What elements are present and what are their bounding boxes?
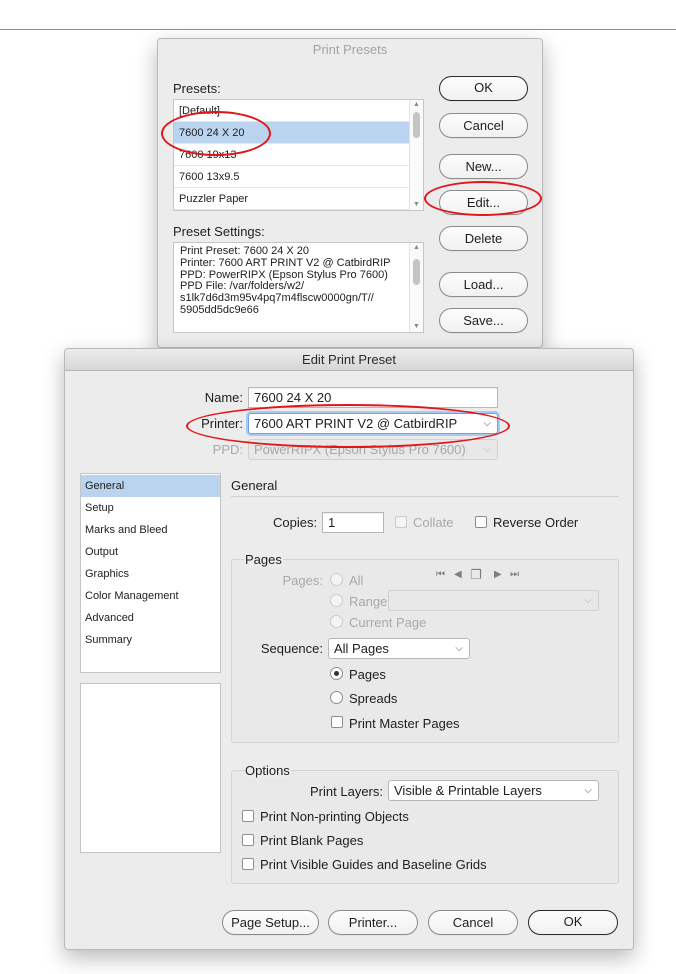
preset-settings-label: Preset Settings: bbox=[173, 224, 265, 239]
sequence-select[interactable]: All Pages ⌵ bbox=[328, 638, 470, 659]
sidebar-item-graphics[interactable]: Graphics bbox=[81, 563, 220, 585]
delete-button[interactable]: Delete bbox=[439, 226, 528, 251]
section-title: General bbox=[231, 478, 278, 493]
category-sidebar: General Setup Marks and Bleed Output Gra… bbox=[80, 473, 221, 673]
page-setup-button[interactable]: Page Setup... bbox=[222, 910, 319, 935]
scroll-down-icon[interactable]: ▼ bbox=[413, 201, 420, 209]
list-item[interactable]: Puzzler Paper bbox=[174, 188, 409, 210]
new-button[interactable]: New... bbox=[439, 154, 528, 179]
spreads-radio[interactable] bbox=[330, 691, 343, 704]
current-page-radio bbox=[330, 615, 343, 628]
print-master-pages-checkbox[interactable] bbox=[331, 716, 343, 728]
preset-settings-box: Print Preset: 7600 24 X 20 Printer: 7600… bbox=[173, 242, 424, 333]
all-label: All bbox=[349, 573, 364, 588]
settings-scrollbar[interactable]: ▲ ▼ bbox=[409, 243, 423, 332]
print-layers-select-value: Visible & Printable Layers bbox=[394, 783, 542, 798]
chevron-down-icon: ⌵ bbox=[483, 444, 491, 455]
name-label: Name: bbox=[204, 390, 243, 405]
scroll-up-icon[interactable]: ▲ bbox=[413, 244, 420, 252]
range-label: Range: bbox=[349, 594, 391, 609]
annotation-circle-printer bbox=[186, 404, 510, 448]
sidebar-item-general[interactable]: General bbox=[81, 475, 220, 497]
print-blank-pages-checkbox[interactable] bbox=[242, 834, 254, 846]
ok-button[interactable]: OK bbox=[439, 76, 528, 101]
sidebar-item-color-management[interactable]: Color Management bbox=[81, 585, 220, 607]
sidebar-item-summary[interactable]: Summary bbox=[81, 629, 220, 651]
current-page-label: Current Page bbox=[349, 615, 427, 630]
annotation-circle-edit bbox=[424, 181, 542, 216]
collate-label: Collate bbox=[413, 515, 454, 530]
presets-scrollbar[interactable]: ▲ ▼ bbox=[409, 100, 423, 210]
scroll-up-icon[interactable]: ▲ bbox=[413, 101, 420, 109]
options-group-title: Options bbox=[244, 763, 291, 778]
print-blank-pages-label: Print Blank Pages bbox=[260, 833, 364, 848]
sidebar-item-advanced[interactable]: Advanced bbox=[81, 607, 220, 629]
ppd-label: PPD: bbox=[212, 442, 243, 457]
pages-radio-label: Pages bbox=[349, 667, 386, 682]
print-master-pages-label: Print Master Pages bbox=[349, 716, 460, 731]
printer-button[interactable]: Printer... bbox=[328, 910, 418, 935]
print-guides-label: Print Visible Guides and Baseline Grids bbox=[260, 857, 487, 872]
chevron-down-icon: ⌵ bbox=[455, 643, 463, 654]
spreads-radio-label: Spreads bbox=[349, 691, 398, 706]
chevron-down-icon: ⌵ bbox=[584, 595, 592, 606]
sequence-select-value: All Pages bbox=[334, 641, 389, 656]
collate-checkbox bbox=[395, 516, 407, 528]
previous-page-icon: ◀ bbox=[454, 569, 462, 580]
pages-radio[interactable] bbox=[330, 667, 343, 680]
next-page-icon: ▶ bbox=[494, 569, 502, 580]
window-title: Print Presets bbox=[312, 42, 388, 57]
sequence-label: Sequence: bbox=[260, 641, 323, 656]
scroll-down-icon[interactable]: ▼ bbox=[413, 323, 420, 331]
cancel-button[interactable]: Cancel bbox=[428, 910, 518, 935]
range-radio bbox=[330, 594, 343, 607]
sidebar-item-marks-and-bleed[interactable]: Marks and Bleed bbox=[81, 519, 220, 541]
chevron-down-icon: ⌵ bbox=[584, 785, 592, 796]
pages-label: Pages: bbox=[282, 573, 323, 588]
presets-label: Presets: bbox=[173, 81, 221, 96]
print-nonprinting-label: Print Non-printing Objects bbox=[260, 809, 409, 824]
magenta-guide-line bbox=[0, 29, 676, 30]
list-item[interactable]: 7600 13x9.5 bbox=[174, 166, 409, 188]
scroll-thumb[interactable] bbox=[413, 259, 420, 285]
print-nonprinting-checkbox[interactable] bbox=[242, 810, 254, 822]
scroll-thumb[interactable] bbox=[413, 112, 420, 138]
cancel-button[interactable]: Cancel bbox=[439, 113, 528, 138]
preview-panel bbox=[80, 683, 221, 853]
section-divider bbox=[231, 496, 619, 497]
annotation-circle-preset bbox=[161, 111, 271, 156]
preset-settings-text: Print Preset: 7600 24 X 20 Printer: 7600… bbox=[180, 245, 391, 316]
range-select: ⌵ bbox=[388, 590, 599, 611]
print-layers-select[interactable]: Visible & Printable Layers ⌵ bbox=[388, 780, 599, 801]
reverse-order-label: Reverse Order bbox=[493, 515, 579, 530]
copies-field[interactable]: 1 bbox=[322, 512, 384, 533]
print-guides-checkbox[interactable] bbox=[242, 858, 254, 870]
last-page-icon: ⏭ bbox=[510, 569, 519, 580]
window-title: Edit Print Preset bbox=[65, 349, 633, 371]
all-radio bbox=[330, 573, 343, 586]
save-button[interactable]: Save... bbox=[439, 308, 528, 333]
sidebar-item-setup[interactable]: Setup bbox=[81, 497, 220, 519]
first-page-icon: ⏮ bbox=[436, 569, 445, 580]
sidebar-item-output[interactable]: Output bbox=[81, 541, 220, 563]
print-layers-label: Print Layers: bbox=[310, 784, 383, 799]
load-button[interactable]: Load... bbox=[439, 272, 528, 297]
spread-pages-icon: ❐ bbox=[470, 567, 482, 582]
pages-group-title: Pages bbox=[244, 552, 283, 567]
copies-label: Copies: bbox=[273, 515, 318, 530]
reverse-order-checkbox[interactable] bbox=[475, 516, 487, 528]
ok-button[interactable]: OK bbox=[528, 910, 618, 935]
